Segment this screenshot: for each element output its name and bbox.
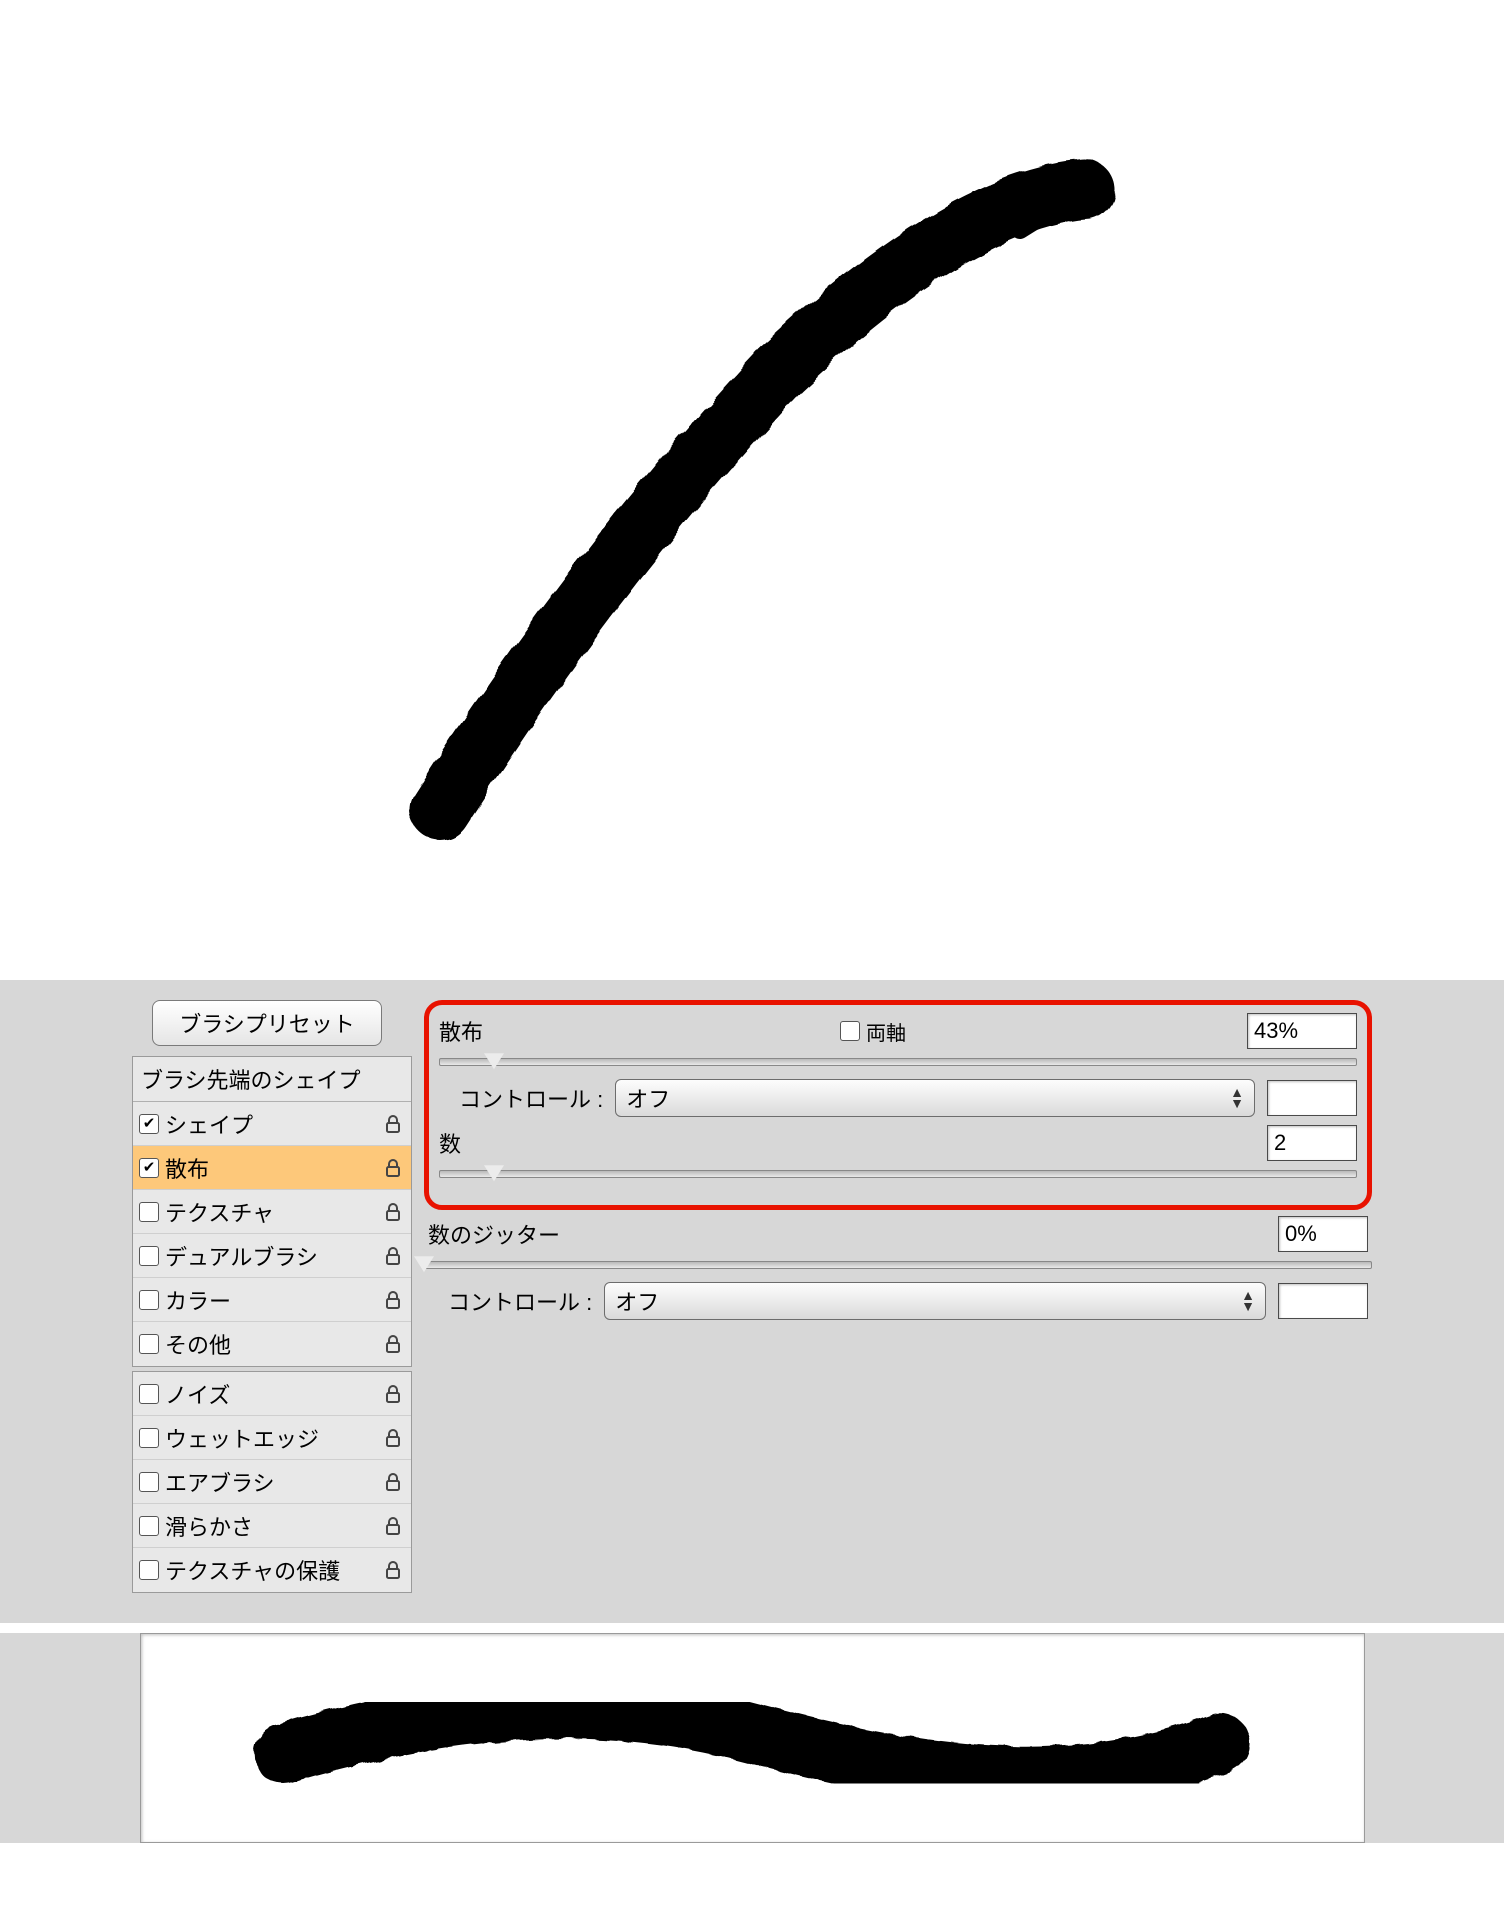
brush-presets-button[interactable]: ブラシプリセット <box>152 1000 382 1046</box>
option-checkbox[interactable] <box>139 1472 159 1492</box>
scatter-settings: 散布 両軸 コントロール : オフ ▲▼ <box>424 1000 1372 1593</box>
count-value-input[interactable] <box>1267 1125 1357 1161</box>
count-jitter-control-value-input[interactable] <box>1278 1283 1368 1319</box>
scatter-value-input[interactable] <box>1247 1013 1357 1049</box>
count-jitter-value-input[interactable] <box>1278 1216 1368 1252</box>
count-jitter-slider[interactable] <box>424 1254 1372 1276</box>
option-label: シェイプ <box>165 1108 253 1140</box>
option-checkbox[interactable] <box>139 1516 159 1536</box>
option-label: デュアルブラシ <box>165 1240 318 1272</box>
lock-icon[interactable] <box>381 1200 405 1224</box>
count-jitter-label: 数のジッター <box>428 1218 560 1250</box>
option-row-滑らかさ[interactable]: 滑らかさ <box>133 1504 411 1548</box>
option-row-テクスチャの保護[interactable]: テクスチャの保護 <box>133 1548 411 1592</box>
option-label: テクスチャの保護 <box>165 1554 340 1586</box>
count-label: 数 <box>439 1127 499 1159</box>
scatter-control-label: コントロール : <box>459 1082 603 1114</box>
count-jitter-control-select[interactable]: オフ ▲▼ <box>604 1282 1266 1320</box>
option-row-テクスチャ[interactable]: テクスチャ <box>133 1190 411 1234</box>
lock-icon[interactable] <box>381 1332 405 1356</box>
option-checkbox[interactable] <box>139 1334 159 1354</box>
both-axes-label: 両軸 <box>866 1017 906 1046</box>
option-label: 滑らかさ <box>165 1510 253 1542</box>
lock-icon[interactable] <box>381 1288 405 1312</box>
option-label: 散布 <box>165 1152 209 1184</box>
option-row-デュアルブラシ[interactable]: デュアルブラシ <box>133 1234 411 1278</box>
option-row-カラー[interactable]: カラー <box>133 1278 411 1322</box>
brush-stroke-preview-strip <box>140 1633 1365 1843</box>
option-label: ノイズ <box>165 1378 230 1410</box>
option-checkbox[interactable] <box>139 1384 159 1404</box>
option-checkbox[interactable] <box>139 1114 159 1134</box>
option-row-シェイプ[interactable]: シェイプ <box>133 1102 411 1146</box>
select-arrows-icon: ▲▼ <box>1230 1087 1244 1109</box>
option-checkbox[interactable] <box>139 1246 159 1266</box>
lock-icon[interactable] <box>381 1112 405 1136</box>
lock-icon[interactable] <box>381 1156 405 1180</box>
option-row-ノイズ[interactable]: ノイズ <box>133 1372 411 1416</box>
highlighted-settings: 散布 両軸 コントロール : オフ ▲▼ <box>424 1000 1372 1210</box>
lock-icon[interactable] <box>381 1426 405 1450</box>
brush-stroke-preview <box>0 0 1504 980</box>
scatter-slider[interactable] <box>439 1051 1357 1073</box>
count-slider[interactable] <box>439 1163 1357 1185</box>
option-row-その他[interactable]: その他 <box>133 1322 411 1366</box>
option-label: その他 <box>165 1328 231 1360</box>
option-label: テクスチャ <box>165 1196 274 1228</box>
scatter-label: 散布 <box>439 1015 499 1047</box>
scatter-control-value-input[interactable] <box>1267 1080 1357 1116</box>
option-row-ウェットエッジ[interactable]: ウェットエッジ <box>133 1416 411 1460</box>
option-label: ウェットエッジ <box>165 1422 319 1454</box>
brush-tip-shape-header[interactable]: ブラシ先端のシェイプ <box>133 1057 411 1102</box>
option-label: エアブラシ <box>165 1466 275 1498</box>
option-label: カラー <box>165 1284 231 1316</box>
brush-tip-shape-section: ブラシ先端のシェイプ シェイプ散布テクスチャデュアルブラシカラーその他 <box>132 1056 412 1367</box>
lock-icon[interactable] <box>381 1244 405 1268</box>
brush-options-sidebar: ブラシプリセット ブラシ先端のシェイプ シェイプ散布テクスチャデュアルブラシカラ… <box>132 1000 412 1593</box>
option-checkbox[interactable] <box>139 1202 159 1222</box>
canvas-preview <box>0 0 1504 980</box>
lock-icon[interactable] <box>381 1382 405 1406</box>
count-jitter-control-label: コントロール : <box>448 1285 592 1317</box>
option-checkbox[interactable] <box>139 1560 159 1580</box>
scatter-control-select[interactable]: オフ ▲▼ <box>615 1079 1255 1117</box>
lock-icon[interactable] <box>381 1470 405 1494</box>
lock-icon[interactable] <box>381 1558 405 1582</box>
both-axes-checkbox[interactable] <box>840 1021 860 1041</box>
select-arrows-icon: ▲▼ <box>1241 1290 1255 1312</box>
option-checkbox[interactable] <box>139 1290 159 1310</box>
option-checkbox[interactable] <box>139 1428 159 1448</box>
option-row-散布[interactable]: 散布 <box>133 1146 411 1190</box>
brush-extras-section: ノイズウェットエッジエアブラシ滑らかさテクスチャの保護 <box>132 1371 412 1593</box>
brush-settings-panel: ブラシプリセット ブラシ先端のシェイプ シェイプ散布テクスチャデュアルブラシカラ… <box>0 980 1504 1623</box>
option-checkbox[interactable] <box>139 1158 159 1178</box>
lock-icon[interactable] <box>381 1514 405 1538</box>
option-row-エアブラシ[interactable]: エアブラシ <box>133 1460 411 1504</box>
